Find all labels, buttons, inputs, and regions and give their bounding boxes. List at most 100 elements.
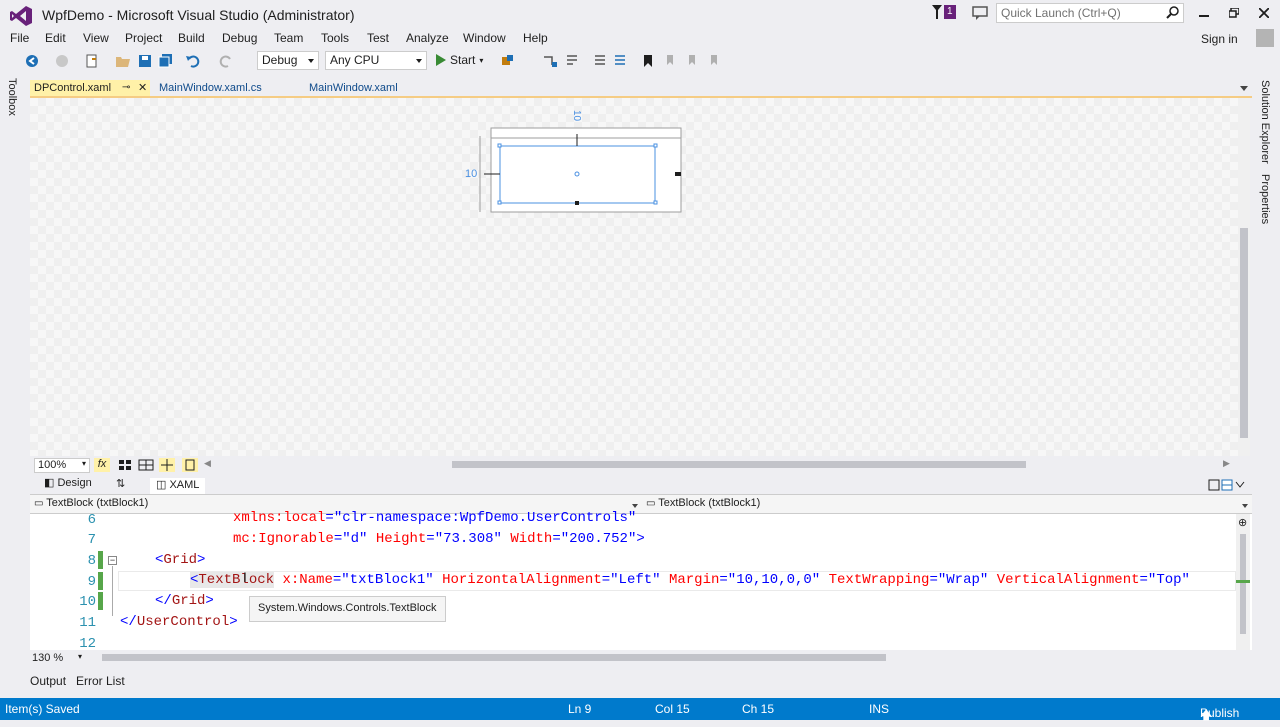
element-nav-left[interactable]: ▭ TextBlock (txtBlock1) xyxy=(34,497,640,509)
menu-analyze[interactable]: Analyze xyxy=(406,31,449,45)
scroll-right-icon[interactable]: ▶ xyxy=(1223,458,1230,469)
tab-error-list[interactable]: Error List xyxy=(76,674,125,688)
search-icon[interactable] xyxy=(1166,5,1180,19)
change-marker xyxy=(98,572,103,590)
tab-output[interactable]: Output xyxy=(30,674,66,688)
snap-lines-icon[interactable] xyxy=(159,458,175,472)
code-line-7: mc:Ignorable="d" Height="73.308" Width="… xyxy=(233,531,645,547)
chevron-down-icon xyxy=(416,59,422,63)
chevron-down-icon[interactable] xyxy=(632,504,638,508)
step-into-icon[interactable] xyxy=(542,53,558,69)
designer-zoom-select[interactable]: 100% ▾ xyxy=(34,458,90,473)
comment-icon[interactable] xyxy=(592,53,608,69)
bookmark-icon[interactable] xyxy=(640,53,656,69)
designer-horizontal-scrollbar[interactable] xyxy=(205,459,1235,469)
tab-label: DPControl.xaml xyxy=(34,82,112,94)
right-tool-strip: Solution Explorer Properties xyxy=(1255,78,1275,698)
menu-debug[interactable]: Debug xyxy=(222,31,257,45)
editor-horizontal-scrollbar[interactable] xyxy=(92,654,1230,662)
minimize-icon xyxy=(1199,15,1209,17)
chevron-down-icon[interactable] xyxy=(1242,504,1248,508)
solution-explorer-tab[interactable]: Solution Explorer xyxy=(1259,80,1271,164)
close-tab-icon[interactable]: ✕ xyxy=(138,81,147,94)
scroll-thumb[interactable] xyxy=(1240,534,1246,634)
outline-line xyxy=(112,566,113,616)
undo-icon[interactable] xyxy=(185,53,201,69)
nav-left-value: TextBlock (txtBlock1) xyxy=(46,497,149,509)
platform-select[interactable]: Any CPU xyxy=(325,51,427,70)
new-project-icon[interactable] xyxy=(84,53,100,69)
feedback-icon[interactable] xyxy=(972,5,988,21)
close-button[interactable] xyxy=(1252,4,1276,22)
swap-panes-icon[interactable]: ⇅ xyxy=(116,477,125,490)
menu-edit[interactable]: Edit xyxy=(45,31,66,45)
selected-textblock-adorner[interactable] xyxy=(470,106,690,221)
redo-icon[interactable] xyxy=(218,53,234,69)
change-indicator xyxy=(1236,580,1250,583)
xaml-designer-surface[interactable]: 10 10 xyxy=(30,98,1240,456)
browser-link-icon[interactable] xyxy=(500,53,516,69)
scroll-thumb[interactable] xyxy=(452,461,1026,468)
collapse-icon[interactable]: − xyxy=(108,556,117,565)
restore-button[interactable] xyxy=(1222,4,1246,22)
tab-list-chevron-icon[interactable] xyxy=(1240,86,1248,91)
configuration-select[interactable]: Debug xyxy=(257,51,319,70)
navigate-back-icon[interactable] xyxy=(24,53,40,69)
status-column: Col 15 xyxy=(655,702,690,716)
previous-bookmark-icon[interactable] xyxy=(662,53,678,69)
editor-vertical-scrollbar[interactable]: ⊕ xyxy=(1236,514,1250,650)
menu-window[interactable]: Window xyxy=(463,31,506,45)
open-file-icon[interactable] xyxy=(115,53,131,69)
save-all-icon[interactable] xyxy=(158,53,174,69)
menu-test[interactable]: Test xyxy=(367,31,389,45)
menu-build[interactable]: Build xyxy=(178,31,205,45)
snap-grid-icon[interactable] xyxy=(138,458,154,472)
textblock-icon: ▭ xyxy=(646,498,659,509)
menu-tools[interactable]: Tools xyxy=(321,31,349,45)
scroll-thumb[interactable] xyxy=(102,654,886,661)
visual-studio-logo-icon xyxy=(10,6,32,26)
xaml-view-tab[interactable]: ◫ XAML xyxy=(150,478,206,494)
editor-zoom-select[interactable]: 130 % ▾ xyxy=(32,652,86,665)
toolbox-tab[interactable]: Toolbox xyxy=(6,78,18,116)
minimize-button[interactable] xyxy=(1192,4,1216,22)
formula-icon[interactable]: fx xyxy=(94,458,110,472)
status-message: Item(s) Saved xyxy=(5,702,80,716)
navigate-forward-icon[interactable] xyxy=(54,53,70,69)
account-icon[interactable] xyxy=(1256,29,1274,47)
split-editor-icon[interactable]: ⊕ xyxy=(1238,516,1247,529)
next-bookmark-icon[interactable] xyxy=(684,53,700,69)
status-insert-mode[interactable]: INS xyxy=(869,702,889,716)
designer-vertical-scrollbar[interactable] xyxy=(1238,98,1250,456)
sign-in-link[interactable]: Sign in xyxy=(1201,32,1238,46)
scroll-thumb[interactable] xyxy=(1240,228,1248,438)
code-line-8: <Grid> xyxy=(155,552,206,568)
design-icon: ◧ xyxy=(44,477,58,489)
properties-tab[interactable]: Properties xyxy=(1259,174,1271,224)
grid-icon[interactable] xyxy=(117,458,133,472)
restore-icon xyxy=(1229,8,1239,18)
status-line: Ln 9 xyxy=(568,702,592,716)
start-label: Start xyxy=(450,53,476,67)
quick-launch-input[interactable]: Quick Launch (Ctrl+Q) xyxy=(996,3,1184,23)
margin-top-label: 10 xyxy=(571,109,583,122)
menu-project[interactable]: Project xyxy=(125,31,162,45)
menu-help[interactable]: Help xyxy=(523,31,548,45)
line-number: 10 xyxy=(79,594,96,610)
notification-flag-icon xyxy=(932,5,942,19)
save-icon[interactable] xyxy=(137,53,153,69)
text-cursor-icon: I xyxy=(243,569,247,585)
step-over-icon[interactable] xyxy=(564,53,580,69)
pin-icon[interactable]: ⊸ xyxy=(122,82,130,93)
project-code-icon[interactable] xyxy=(182,458,198,472)
design-view-tab[interactable]: ◧ Design xyxy=(44,476,92,489)
menu-view[interactable]: View xyxy=(83,31,109,45)
menu-team[interactable]: Team xyxy=(274,31,303,45)
split-orientation-icons[interactable] xyxy=(1208,479,1248,491)
notifications[interactable]: 1 xyxy=(932,5,956,19)
start-button[interactable]: Start ▾ xyxy=(436,53,483,67)
clear-bookmarks-icon[interactable] xyxy=(706,53,722,69)
menu-file[interactable]: File xyxy=(10,31,29,45)
element-nav-right[interactable]: ▭ TextBlock (txtBlock1) xyxy=(646,497,1250,509)
uncomment-icon[interactable] xyxy=(612,53,628,69)
